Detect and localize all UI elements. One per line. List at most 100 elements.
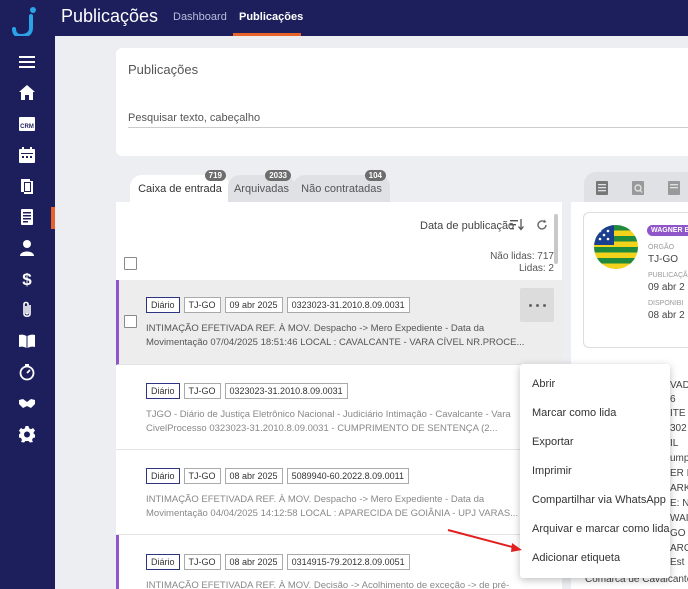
documents-icon[interactable] bbox=[17, 176, 37, 196]
menu-icon[interactable] bbox=[17, 52, 37, 72]
book-icon[interactable] bbox=[17, 331, 37, 351]
menu-item-imprimir[interactable]: Imprimir bbox=[520, 456, 670, 485]
detail-text-line: 6 bbox=[670, 394, 676, 405]
svg-text:CRM: CRM bbox=[20, 124, 34, 130]
handshake-icon[interactable] bbox=[17, 393, 37, 413]
process-number-tag: 0323023-31.2010.8.09.0031 bbox=[224, 383, 348, 399]
date-tag: 09 abr 2025 bbox=[224, 297, 283, 313]
menu-item-compartilhar-whatsapp[interactable]: Compartilhar via WhatsApp bbox=[520, 485, 670, 514]
menu-item-marcar-como-lida[interactable]: Marcar como lida bbox=[520, 398, 670, 427]
unread-count: Não lidas: 717 bbox=[490, 251, 554, 262]
item-summary: INTIMAÇÃO EFETIVADA REF. À MOV. Decisão … bbox=[146, 580, 510, 589]
read-counts: Não lidas: 717 Lidas: 2 bbox=[490, 251, 554, 275]
sort-label[interactable]: Data de publicação bbox=[420, 220, 514, 232]
tab-count-badge: 719 bbox=[204, 170, 226, 181]
tab-caixa-de-entrada[interactable]: Caixa de entrada 719 bbox=[130, 170, 230, 203]
list-item[interactable]: Diário TJ-GO 09 abr 2025 0323023-31.2010… bbox=[116, 280, 562, 365]
court-tag: TJ-GO bbox=[183, 383, 221, 399]
item-summary: TJGO - Diário de Justiça Eletrônico Naci… bbox=[146, 409, 511, 434]
item-tags: Diário TJ-GO 08 abr 2025 5089940-60.2022… bbox=[146, 468, 410, 484]
item-checkbox[interactable] bbox=[124, 315, 137, 328]
settings-icon[interactable] bbox=[17, 424, 37, 444]
court-tag: TJ-GO bbox=[183, 468, 221, 484]
more-options-button[interactable] bbox=[520, 288, 554, 322]
source-tag: Diário bbox=[146, 297, 180, 313]
dot bbox=[535, 303, 539, 307]
item-tags: Diário TJ-GO 08 abr 2025 0314915-79.2012… bbox=[146, 554, 410, 570]
tab-count-badge: 104 bbox=[364, 170, 386, 181]
item-tags: Diário TJ-GO 09 abr 2025 0323023-31.2010… bbox=[146, 297, 410, 313]
refresh-icon[interactable] bbox=[536, 219, 548, 231]
calendar-icon[interactable] bbox=[17, 145, 37, 165]
annotation-arrow-icon bbox=[447, 529, 522, 552]
user-icon[interactable] bbox=[17, 238, 37, 258]
menu-item-exportar[interactable]: Exportar bbox=[520, 427, 670, 456]
detail-text-line: GO bbox=[670, 528, 686, 539]
detail-text-line: ITE - bbox=[670, 408, 688, 419]
detail-text-line: Ε: ΝΑ bbox=[670, 498, 688, 509]
menu-item-abrir[interactable]: Abrir bbox=[520, 369, 670, 398]
detail-text-line: ump bbox=[670, 453, 688, 464]
date-tag: 08 abr 2025 bbox=[224, 468, 283, 484]
disponibilizacao-label: DISPONIBI bbox=[648, 300, 684, 307]
court-tag: TJ-GO bbox=[183, 297, 221, 313]
paperclip-icon[interactable] bbox=[17, 300, 37, 320]
orgao-value: TJ-GO bbox=[648, 254, 678, 265]
goias-flag-icon bbox=[594, 225, 638, 269]
disponibilizacao-value: 08 abr 2 bbox=[648, 310, 685, 321]
document-search-tab-icon[interactable] bbox=[631, 180, 645, 196]
detail-text-line: Est bbox=[670, 557, 685, 568]
menu-item-arquivar-e-marcar[interactable]: Arquivar e marcar como lida bbox=[520, 514, 670, 543]
select-all-checkbox[interactable] bbox=[124, 257, 137, 270]
search-card: Publicações bbox=[116, 48, 688, 156]
nav-dashboard[interactable]: Dashboard bbox=[173, 11, 227, 23]
sort-descending-icon[interactable] bbox=[510, 219, 524, 231]
nav-publicacoes[interactable]: Publicações bbox=[239, 11, 303, 23]
author-badge: WAGNER B bbox=[647, 225, 688, 236]
source-tag: Diário bbox=[146, 383, 180, 399]
source-tag: Diário bbox=[146, 468, 180, 484]
read-count: Lidas: 2 bbox=[518, 263, 554, 274]
detail-tabs bbox=[584, 172, 688, 204]
tab-label: Caixa de entrada bbox=[138, 183, 222, 195]
item-tags: Diário TJ-GO 0323023-31.2010.8.09.0031 bbox=[146, 383, 348, 399]
detail-text-line: 302 bbox=[670, 423, 687, 434]
court-tag: TJ-GO bbox=[183, 554, 221, 570]
detail-text-line: IL bbox=[670, 438, 679, 449]
dot bbox=[528, 303, 532, 307]
publications-icon[interactable] bbox=[17, 207, 37, 227]
menu-item-adicionar-etiqueta[interactable]: Adicionar etiqueta bbox=[520, 543, 670, 572]
publicacao-value: 09 abr 2 bbox=[648, 282, 685, 293]
tab-label: Não contratadas bbox=[301, 183, 382, 195]
detail-text-line: VADA bbox=[670, 380, 688, 391]
top-bar: Publicações Dashboard Publicações bbox=[0, 0, 688, 38]
document-tab-icon[interactable] bbox=[595, 180, 609, 196]
tab-count-badge: 2033 bbox=[265, 170, 291, 181]
documents-tab-icon[interactable] bbox=[667, 180, 681, 196]
sidebar: CRM $ bbox=[0, 36, 55, 589]
search-input[interactable] bbox=[128, 108, 688, 128]
orgao-label: ÓRGÃO bbox=[648, 244, 675, 251]
detail-text-line: WAI bbox=[670, 513, 688, 524]
tab-nao-contratadas[interactable]: Não contratadas 104 bbox=[293, 170, 390, 203]
process-number-tag: 0323023-31.2010.8.09.0031 bbox=[286, 297, 410, 313]
list-item[interactable]: Diário TJ-GO 08 abr 2025 5089940-60.2022… bbox=[116, 450, 562, 535]
detail-text-line: ER I bbox=[670, 468, 688, 479]
search-card-title: Publicações bbox=[128, 62, 199, 77]
app-logo-icon[interactable] bbox=[12, 6, 38, 38]
app-title: Publicações bbox=[61, 6, 159, 26]
list-item[interactable]: Diário TJ-GO 0323023-31.2010.8.09.0031 T… bbox=[116, 365, 562, 450]
timer-icon[interactable] bbox=[17, 362, 37, 382]
process-number-tag: 0314915-79.2012.8.09.0051 bbox=[286, 554, 410, 570]
item-summary: INTIMAÇÃO EFETIVADA REF. À MOV. Despacho… bbox=[146, 323, 525, 348]
dollar-icon[interactable]: $ bbox=[17, 269, 37, 289]
process-number-tag: 5089940-60.2022.8.09.0011 bbox=[286, 468, 410, 484]
crm-icon[interactable]: CRM bbox=[17, 114, 37, 134]
list-scrollbar[interactable] bbox=[554, 214, 558, 264]
tab-arquivadas[interactable]: Arquivadas 2033 bbox=[228, 170, 295, 203]
home-icon[interactable] bbox=[17, 83, 37, 103]
source-tag: Diário bbox=[146, 554, 180, 570]
tab-label: Arquivadas bbox=[233, 183, 290, 195]
publicacao-label: PUBLICAÇÃ bbox=[648, 272, 688, 279]
detail-text-line: ARO bbox=[670, 543, 688, 554]
